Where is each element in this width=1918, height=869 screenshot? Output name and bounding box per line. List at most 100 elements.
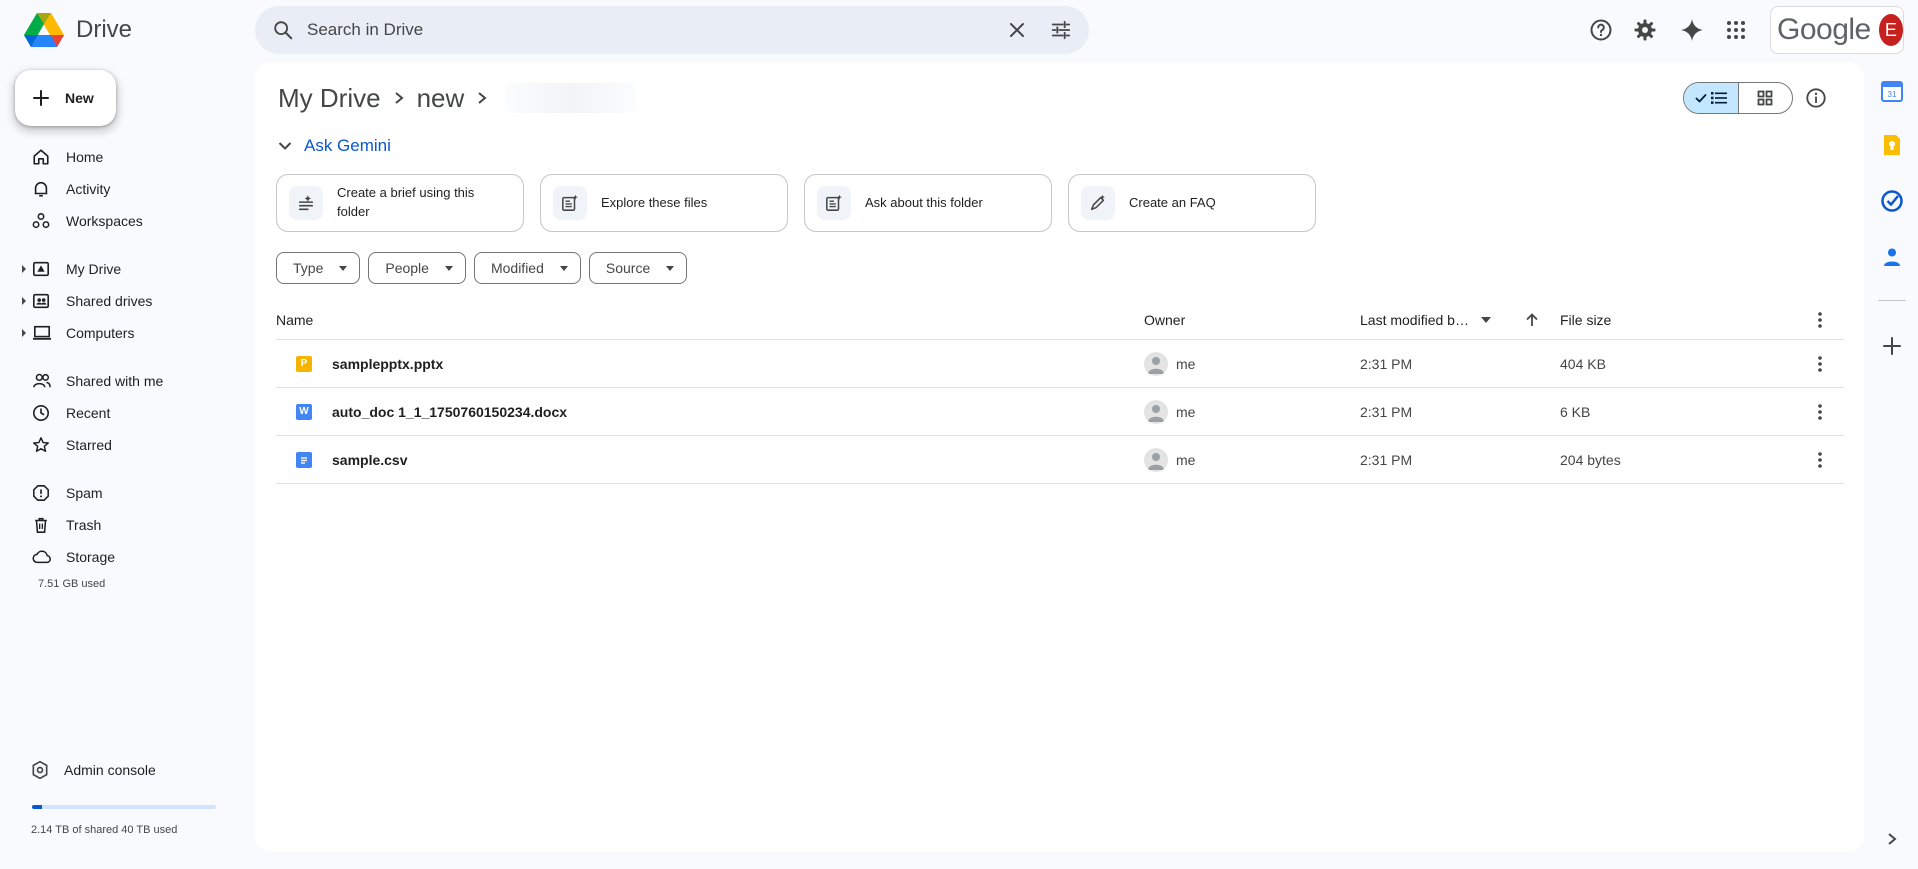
sidebar-item-label: Workspaces (66, 213, 143, 229)
sidebar-item-shared-drives[interactable]: Shared drives (0, 285, 240, 317)
more-actions-icon[interactable] (1796, 451, 1844, 468)
filter-modified[interactable]: Modified (473, 252, 581, 284)
gemini-suggestion-chip[interactable]: Explore these files (540, 174, 788, 232)
breadcrumb: My Drive new (276, 80, 637, 116)
account-box[interactable]: Google E (1770, 6, 1904, 54)
slides-file-icon: P (296, 355, 312, 372)
gemini-suggestion-chip[interactable]: Create an FAQ (1068, 174, 1316, 232)
sidebar-item-starred[interactable]: Starred (0, 429, 240, 461)
sidebar-item-label: Shared drives (66, 293, 153, 309)
keep-icon[interactable] (1881, 134, 1903, 156)
sidebar-item-label: Storage (66, 549, 116, 565)
sidebar-item-storage[interactable]: Storage (0, 541, 240, 573)
column-header-modified-label: Last modified b… (1360, 311, 1469, 328)
breadcrumb-my-drive[interactable]: My Drive (276, 83, 383, 114)
gemini-suggestion-chip[interactable]: Create a brief using this folder (276, 174, 524, 232)
filter-label: Modified (490, 260, 544, 276)
ask-gemini-label: Ask Gemini (304, 136, 391, 155)
expand-caret-icon[interactable] (22, 265, 26, 273)
brief-icon (289, 186, 323, 220)
search-bar[interactable] (255, 6, 1089, 54)
caret-down-icon (339, 265, 348, 271)
expand-caret-icon[interactable] (22, 297, 26, 305)
grid-view-button[interactable] (1739, 83, 1793, 113)
file-name[interactable]: auto_doc 1_1_1750760150234.docx (332, 404, 567, 420)
clear-search-icon[interactable] (997, 10, 1037, 50)
info-icon[interactable] (1796, 78, 1836, 118)
file-badge-letter: P (300, 358, 308, 369)
sidebar-item-shared-with-me[interactable]: Shared with me (0, 365, 240, 397)
admin-console-link[interactable]: Admin console (30, 760, 156, 780)
gemini-spark-icon[interactable] (1672, 10, 1712, 50)
settings-gear-icon[interactable] (1625, 10, 1665, 50)
table-row[interactable]: Wauto_doc 1_1_1750760150234.docx me 2:31 P… (276, 388, 1844, 436)
sidebar-group: My Drive Shared drives Computers (0, 253, 240, 349)
sidebar-item-trash[interactable]: Trash (0, 509, 240, 541)
column-header-size[interactable]: File size (1560, 312, 1796, 328)
help-icon[interactable] (1581, 10, 1621, 50)
search-icon[interactable] (259, 6, 307, 54)
column-header-name[interactable]: Name (276, 312, 1144, 328)
star-icon (32, 436, 54, 454)
table-row[interactable]: Psamplepptx.pptx me 2:31 PM 404 KB (276, 340, 1844, 388)
owner-avatar-icon (1144, 447, 1168, 472)
user-avatar[interactable]: E (1878, 14, 1903, 46)
sidebar-item-recent[interactable]: Recent (0, 397, 240, 429)
sidebar-item-spam[interactable]: Spam (0, 477, 240, 509)
drive-logo[interactable]: Drive (24, 12, 132, 48)
sidebar-item-my-drive[interactable]: My Drive (0, 253, 240, 285)
file-name[interactable]: sample.csv (332, 452, 408, 468)
faq-icon (1081, 186, 1115, 220)
add-addon-icon[interactable] (1881, 335, 1903, 357)
doc-file-icon (296, 451, 312, 468)
filter-source[interactable]: Source (588, 252, 688, 284)
search-options-icon[interactable] (1041, 10, 1081, 50)
trash-icon (32, 516, 54, 534)
search-input[interactable] (307, 20, 997, 40)
expand-caret-icon[interactable] (22, 329, 26, 337)
ask-gemini-toggle[interactable]: Ask Gemini (278, 136, 391, 156)
breadcrumb-placeholder (506, 83, 637, 113)
column-header-owner[interactable]: Owner (1144, 312, 1360, 328)
chevron-down-icon (278, 142, 292, 150)
storage-quota-text: 2.14 TB of shared 40 TB used (31, 824, 178, 836)
modified-cell: 2:31 PM (1360, 451, 1413, 468)
sidebar-item-home[interactable]: Home (0, 141, 240, 173)
admin-console-icon (32, 760, 48, 780)
storage-quota-fill (32, 805, 42, 809)
word-file-icon: W (296, 403, 312, 420)
file-name[interactable]: samplepptx.pptx (332, 356, 443, 372)
sidebar-item-workspaces[interactable]: Workspaces (0, 205, 240, 237)
sidebar-item-activity[interactable]: Activity (0, 173, 240, 205)
table-row[interactable]: sample.csv me 2:31 PM 204 bytes (276, 436, 1844, 484)
rail-divider (1878, 300, 1906, 301)
grid-icon (1757, 90, 1773, 106)
file-size-cell: 404 KB (1560, 355, 1606, 372)
chevron-right-icon[interactable] (1887, 832, 1897, 846)
owner-avatar-icon (1144, 351, 1168, 376)
app-name: Drive (76, 16, 133, 43)
owner-avatar-icon (1144, 399, 1168, 424)
contacts-icon[interactable] (1881, 246, 1903, 268)
file-size-cell: 204 bytes (1560, 451, 1621, 468)
filter-type[interactable]: Type (276, 252, 361, 284)
new-button[interactable]: New (15, 70, 116, 126)
filter-label: Type (293, 260, 324, 276)
chevron-right-icon (466, 91, 498, 105)
apps-grid-icon[interactable] (1716, 10, 1756, 50)
caret-down-icon (666, 265, 675, 271)
list-view-button[interactable] (1684, 83, 1739, 113)
more-actions-icon[interactable] (1796, 403, 1844, 420)
column-options-icon[interactable] (1796, 311, 1844, 328)
drive-logo-icon (24, 13, 64, 47)
column-header-modified[interactable]: Last modified b… (1360, 312, 1560, 328)
tasks-icon[interactable] (1881, 190, 1903, 212)
gemini-suggestion-chip[interactable]: Ask about this folder (804, 174, 1052, 232)
modified-cell: 2:31 PM (1360, 355, 1413, 372)
filter-people[interactable]: People (368, 252, 466, 284)
breadcrumb-current-folder[interactable]: new (415, 83, 467, 114)
calendar-icon[interactable]: 31 (1881, 80, 1903, 102)
sidebar-item-computers[interactable]: Computers (0, 317, 240, 349)
more-actions-icon[interactable] (1796, 355, 1844, 372)
storage-used-text: 7.51 GB used (38, 578, 106, 590)
